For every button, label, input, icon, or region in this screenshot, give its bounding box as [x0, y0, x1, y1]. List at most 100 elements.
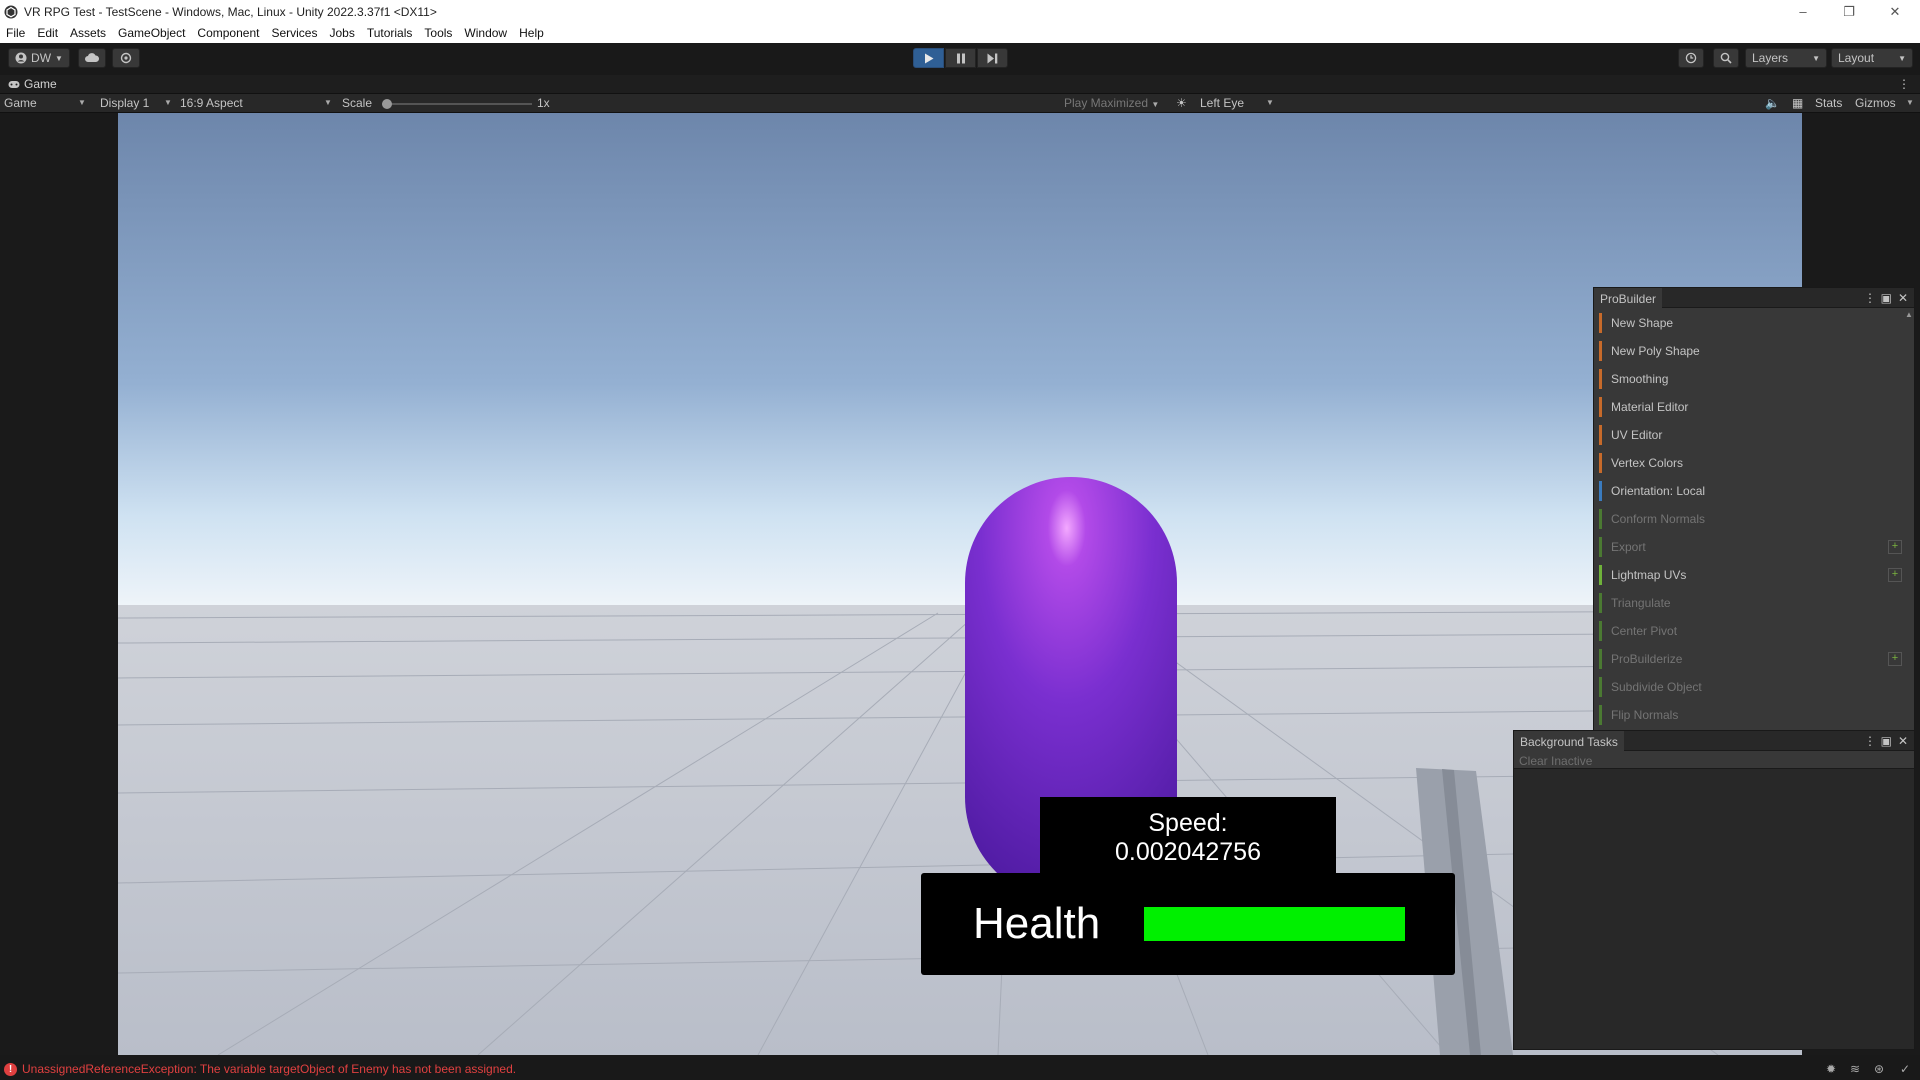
category-color-bar [1599, 397, 1602, 417]
game-mode-dropdown[interactable]: Game ▼ [4, 96, 86, 110]
plus-icon[interactable]: + [1888, 540, 1902, 554]
probuilder-item[interactable]: Lightmap UVs + [1594, 561, 1914, 589]
cloud-icon [85, 53, 100, 62]
restore-button[interactable]: ❐ [1826, 0, 1872, 23]
probuilder-item[interactable]: Subdivide Object [1594, 673, 1914, 701]
menu-help[interactable]: Help [513, 26, 550, 40]
menu-tutorials[interactable]: Tutorials [361, 26, 419, 40]
layout-dropdown[interactable]: Layout ▼ [1831, 48, 1913, 68]
clear-inactive-button[interactable]: Clear Inactive [1514, 751, 1914, 769]
step-icon [987, 53, 998, 63]
cloud-button[interactable] [78, 48, 106, 68]
scroll-up-icon[interactable]: ▲ [1905, 310, 1913, 319]
speed-panel: Speed: 0.002042756 [1040, 797, 1336, 875]
menu-component[interactable]: Component [191, 26, 265, 40]
collab-button[interactable] [112, 48, 140, 68]
pause-button[interactable] [945, 48, 976, 68]
layers-icon[interactable]: ≋ [1850, 1062, 1860, 1076]
window-title: VR RPG Test - TestScene - Windows, Mac, … [24, 4, 437, 19]
tab-game-label: Game [24, 77, 57, 91]
display-dropdown[interactable]: Display 1 ▼ [100, 96, 172, 110]
probuilder-item[interactable]: Export + [1594, 533, 1914, 561]
menu-assets[interactable]: Assets [64, 26, 112, 40]
probuilder-scrollbar[interactable]: ▲ [1905, 310, 1913, 732]
layers-label: Layers [1752, 51, 1789, 65]
background-tasks-title[interactable]: Background Tasks [1514, 731, 1624, 751]
eye-dropdown[interactable]: Left Eye ▼ [1200, 96, 1276, 110]
menu-tools[interactable]: Tools [418, 26, 458, 40]
probuilder-item[interactable]: UV Editor [1594, 421, 1914, 449]
maximize-icon[interactable]: ▣ [1881, 734, 1892, 748]
probuilder-item[interactable]: Vertex Colors [1594, 449, 1914, 477]
plus-icon[interactable]: + [1888, 568, 1902, 582]
probuilder-item[interactable]: New Shape [1594, 309, 1914, 337]
menu-services[interactable]: Services [265, 26, 323, 40]
kebab-menu-icon[interactable]: ⋮ [1864, 734, 1876, 748]
aspect-dropdown[interactable]: 16:9 Aspect ▼ [180, 96, 334, 110]
game-tab-row: Game ⋮ [0, 75, 1920, 94]
kebab-menu-icon[interactable]: ⋮ [1898, 77, 1910, 91]
chevron-down-icon: ▼ [78, 98, 86, 107]
health-bar-fill [1144, 907, 1405, 941]
minimize-button[interactable]: – [1780, 0, 1826, 23]
search-icon [1720, 52, 1732, 64]
title-bar: VR RPG Test - TestScene - Windows, Mac, … [0, 0, 1920, 23]
kebab-menu-icon[interactable]: ⋮ [1864, 291, 1876, 305]
category-color-bar [1599, 453, 1602, 473]
category-color-bar [1599, 537, 1602, 557]
error-message[interactable]: UnassignedReferenceException: The variab… [22, 1062, 516, 1076]
probuilder-item[interactable]: Orientation: Local [1594, 477, 1914, 505]
probuilder-item[interactable]: Smoothing [1594, 365, 1914, 393]
gizmos-button[interactable]: Gizmos [1855, 96, 1896, 110]
health-label: Health [973, 899, 1101, 948]
chevron-down-icon: ▼ [164, 98, 172, 107]
probuilder-item[interactable]: New Poly Shape [1594, 337, 1914, 365]
layers-dropdown[interactable]: Layers ▼ [1745, 48, 1827, 68]
maximize-icon[interactable]: ▣ [1881, 291, 1892, 305]
category-color-bar [1599, 593, 1602, 613]
bug-icon[interactable]: ⊛ [1874, 1062, 1884, 1076]
probuilder-list: New Shape New Poly Shape Smoothing Material… [1594, 308, 1914, 729]
menu-window[interactable]: Window [458, 26, 513, 40]
probuilder-title[interactable]: ProBuilder [1594, 288, 1663, 308]
probuilder-item-label: Triangulate [1611, 596, 1671, 610]
probuilder-item[interactable]: Conform Normals [1594, 505, 1914, 533]
play-maximized-dropdown[interactable]: Play Maximized ▼ [1064, 96, 1159, 110]
menu-edit[interactable]: Edit [31, 26, 64, 40]
bug-icon[interactable]: ☀ [1176, 96, 1187, 110]
search-button[interactable] [1713, 48, 1739, 68]
game-mode-label: Game [4, 96, 37, 110]
close-icon[interactable]: ✕ [1898, 734, 1908, 748]
menu-jobs[interactable]: Jobs [323, 26, 360, 40]
chevron-down-icon[interactable]: ▼ [1906, 98, 1914, 107]
probuilder-item-label: Subdivide Object [1611, 680, 1702, 694]
category-color-bar [1599, 481, 1602, 501]
category-color-bar [1599, 425, 1602, 445]
check-icon[interactable]: ✓ [1900, 1062, 1910, 1076]
history-button[interactable] [1678, 48, 1704, 68]
step-button[interactable] [977, 48, 1008, 68]
probuilder-item[interactable]: Material Editor [1594, 393, 1914, 421]
close-icon[interactable]: ✕ [1898, 291, 1908, 305]
main-toolbar: DW ▼ Layers ▼ Layout ▼ [0, 43, 1920, 75]
account-dropdown[interactable]: DW ▼ [8, 48, 70, 68]
grid-icon[interactable]: ▦ [1792, 96, 1803, 110]
game-view-bar: Game ▼ Display 1 ▼ 16:9 Aspect ▼ Scale 1… [0, 94, 1920, 113]
stats-button[interactable]: Stats [1815, 96, 1842, 110]
scale-slider-handle[interactable] [382, 99, 392, 109]
speaker-icon[interactable]: 🔈 [1765, 96, 1780, 110]
menu-file[interactable]: File [0, 26, 31, 40]
close-window-button[interactable]: ✕ [1872, 0, 1918, 23]
menu-gameobject[interactable]: GameObject [112, 26, 191, 40]
scale-slider[interactable] [382, 99, 532, 109]
probuilder-item[interactable]: Triangulate [1594, 589, 1914, 617]
probuilder-item[interactable]: ProBuilderize + [1594, 645, 1914, 673]
probuilder-item[interactable]: Flip Normals [1594, 701, 1914, 729]
plus-icon[interactable]: + [1888, 652, 1902, 666]
probuilder-header: ProBuilder ⋮ ▣ ✕ [1594, 288, 1914, 308]
debug-icon[interactable]: ✹ [1826, 1062, 1836, 1076]
play-button[interactable] [913, 48, 944, 68]
speed-label: Speed: [1148, 809, 1228, 837]
probuilder-item[interactable]: Center Pivot [1594, 617, 1914, 645]
tab-game[interactable]: Game [8, 77, 57, 91]
